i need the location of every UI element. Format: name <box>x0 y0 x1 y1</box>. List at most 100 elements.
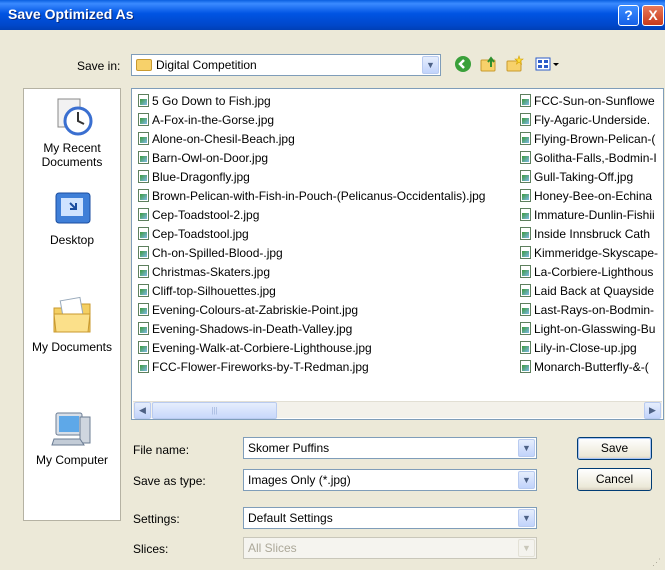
file-name: Evening-Walk-at-Corbiere-Lighthouse.jpg <box>152 341 372 355</box>
save-as-type-value: Images Only (*.jpg) <box>248 473 351 487</box>
file-list-item[interactable]: Kimmeridge-Skyscape- <box>520 244 658 263</box>
save-button[interactable]: Save <box>577 437 652 460</box>
file-list-view[interactable]: 5 Go Down to Fish.jpg A-Fox-in-the-Gorse.… <box>131 88 664 420</box>
scroll-right-arrow-icon[interactable]: ▶ <box>644 402 661 419</box>
save-in-label: Save in: <box>77 59 121 73</box>
file-name: FCC-Flower-Fireworks-by-T-Redman.jpg <box>152 360 369 374</box>
file-list-item[interactable]: Brown-Pelican-with-Fish-in-Pouch-(Pelica… <box>138 187 518 206</box>
file-list-item[interactable]: Cep-Toadstool-2.jpg <box>138 206 518 225</box>
new-folder-icon[interactable] <box>505 55 525 75</box>
file-list-item[interactable]: Ch-on-Spilled-Blood-.jpg <box>138 244 518 263</box>
file-name: Lily-in-Close-up.jpg <box>534 341 637 355</box>
help-button[interactable]: ? <box>618 5 639 26</box>
views-menu-icon[interactable] <box>533 55 563 75</box>
file-list-item[interactable]: Laid Back at Quayside <box>520 282 658 301</box>
file-list-item[interactable]: Blue-Dragonfly.jpg <box>138 168 518 187</box>
up-folder-icon[interactable] <box>479 55 499 75</box>
jpg-file-icon <box>520 189 531 202</box>
file-list-item[interactable]: Honey-Bee-on-Echina <box>520 187 658 206</box>
save-in-dropdown[interactable]: Digital Competition ▼ <box>131 54 441 76</box>
chevron-down-icon[interactable]: ▼ <box>518 471 535 489</box>
file-list-item[interactable]: Immature-Dunlin-Fishii <box>520 206 658 225</box>
file-name: Brown-Pelican-with-Fish-in-Pouch-(Pelica… <box>152 189 486 203</box>
file-name: Barn-Owl-on-Door.jpg <box>152 151 269 165</box>
chevron-down-icon: ▼ <box>518 539 535 557</box>
jpg-file-icon <box>138 360 149 373</box>
file-list-item[interactable]: Evening-Colours-at-Zabriskie-Point.jpg <box>138 301 518 320</box>
file-list-item[interactable]: Lily-in-Close-up.jpg <box>520 339 658 358</box>
file-name: Immature-Dunlin-Fishii <box>534 208 655 222</box>
jpg-file-icon <box>138 227 149 240</box>
place-desktop[interactable]: Desktop <box>24 189 120 247</box>
scrollbar-thumb[interactable]: ||| <box>152 402 277 419</box>
place-label: My Documents <box>31 340 113 354</box>
places-bar: My Recent Documents Desktop My Documents… <box>23 88 121 521</box>
horizontal-scrollbar[interactable]: ◀ ||| ▶ <box>133 401 662 419</box>
file-name: Evening-Shadows-in-Death-Valley.jpg <box>152 322 353 336</box>
file-list-item[interactable]: FCC-Sun-on-Sunflowe <box>520 92 658 111</box>
file-list-item[interactable]: Inside Innsbruck Cath <box>520 225 658 244</box>
place-my-recent-documents[interactable]: My Recent Documents <box>24 97 120 169</box>
file-list-item[interactable]: Evening-Shadows-in-Death-Valley.jpg <box>138 320 518 339</box>
file-name: FCC-Sun-on-Sunflowe <box>534 94 655 108</box>
file-name: Last-Rays-on-Bodmin- <box>534 303 655 317</box>
jpg-file-icon <box>138 113 149 126</box>
file-list-item[interactable]: Golitha-Falls,-Bodmin-I <box>520 149 658 168</box>
file-list-item[interactable]: Barn-Owl-on-Door.jpg <box>138 149 518 168</box>
jpg-file-icon <box>520 341 531 354</box>
chevron-down-icon[interactable]: ▼ <box>422 56 439 74</box>
jpg-file-icon <box>520 170 531 183</box>
save-as-type-dropdown[interactable]: Images Only (*.jpg) ▼ <box>243 469 537 491</box>
file-list-item[interactable]: La-Corbiere-Lighthous <box>520 263 658 282</box>
file-column-2: FCC-Sun-on-Sunflowe Fly-Agaric-Underside.… <box>520 92 658 377</box>
file-list-item[interactable]: Last-Rays-on-Bodmin- <box>520 301 658 320</box>
file-name: Gull-Taking-Off.jpg <box>534 170 634 184</box>
file-list-item[interactable]: Evening-Walk-at-Corbiere-Lighthouse.jpg <box>138 339 518 358</box>
title-bar[interactable]: Save Optimized As ? X <box>0 0 665 30</box>
file-name: Laid Back at Quayside <box>534 284 655 298</box>
chevron-down-icon[interactable]: ▼ <box>518 439 535 457</box>
settings-dropdown[interactable]: Default Settings ▼ <box>243 507 537 529</box>
resize-grip-icon[interactable]: ⋰ <box>652 557 662 567</box>
jpg-file-icon <box>520 246 531 259</box>
chevron-down-icon[interactable]: ▼ <box>518 509 535 527</box>
file-list-item[interactable]: A-Fox-in-the-Gorse.jpg <box>138 111 518 130</box>
jpg-file-icon <box>138 265 149 278</box>
file-name: Evening-Colours-at-Zabriskie-Point.jpg <box>152 303 359 317</box>
jpg-file-icon <box>138 246 149 259</box>
file-name: La-Corbiere-Lighthous <box>534 265 654 279</box>
file-list-item[interactable]: Light-on-Glasswing-Bu <box>520 320 658 339</box>
dialog-title: Save Optimized As <box>8 6 134 22</box>
place-my-documents[interactable]: My Documents <box>24 296 120 354</box>
jpg-file-icon <box>520 303 531 316</box>
file-name: Cliff-top-Silhouettes.jpg <box>152 284 276 298</box>
place-my-computer[interactable]: My Computer <box>24 409 120 467</box>
close-button[interactable]: X <box>642 5 664 26</box>
jpg-file-icon <box>138 94 149 107</box>
file-name: Cep-Toadstool.jpg <box>152 227 249 241</box>
file-list-item[interactable]: Fly-Agaric-Underside. <box>520 111 658 130</box>
file-list-item[interactable]: Christmas-Skaters.jpg <box>138 263 518 282</box>
settings-value: Default Settings <box>248 511 333 525</box>
jpg-file-icon <box>520 265 531 278</box>
file-name-input[interactable]: Skomer Puffins ▼ <box>243 437 537 459</box>
jpg-file-icon <box>138 132 149 145</box>
file-list-item[interactable]: Cliff-top-Silhouettes.jpg <box>138 282 518 301</box>
file-name: Flying-Brown-Pelican-( <box>534 132 656 146</box>
cancel-button[interactable]: Cancel <box>577 468 652 491</box>
file-name: 5 Go Down to Fish.jpg <box>152 94 271 108</box>
file-list-item[interactable]: Monarch-Butterfly-&-( <box>520 358 658 377</box>
file-list-item[interactable]: Flying-Brown-Pelican-( <box>520 130 658 149</box>
scroll-left-arrow-icon[interactable]: ◀ <box>134 402 151 419</box>
jpg-file-icon <box>520 322 531 335</box>
file-list-item[interactable]: FCC-Flower-Fireworks-by-T-Redman.jpg <box>138 358 518 377</box>
slices-dropdown[interactable]: All Slices ▼ <box>243 537 537 559</box>
file-name: Light-on-Glasswing-Bu <box>534 322 656 336</box>
slices-value: All Slices <box>248 541 297 555</box>
file-list-item[interactable]: Gull-Taking-Off.jpg <box>520 168 658 187</box>
back-arrow-icon[interactable] <box>453 55 473 75</box>
file-list-item[interactable]: Cep-Toadstool.jpg <box>138 225 518 244</box>
file-list-item[interactable]: 5 Go Down to Fish.jpg <box>138 92 518 111</box>
place-label: My Recent Documents <box>41 141 103 169</box>
file-list-item[interactable]: Alone-on-Chesil-Beach.jpg <box>138 130 518 149</box>
